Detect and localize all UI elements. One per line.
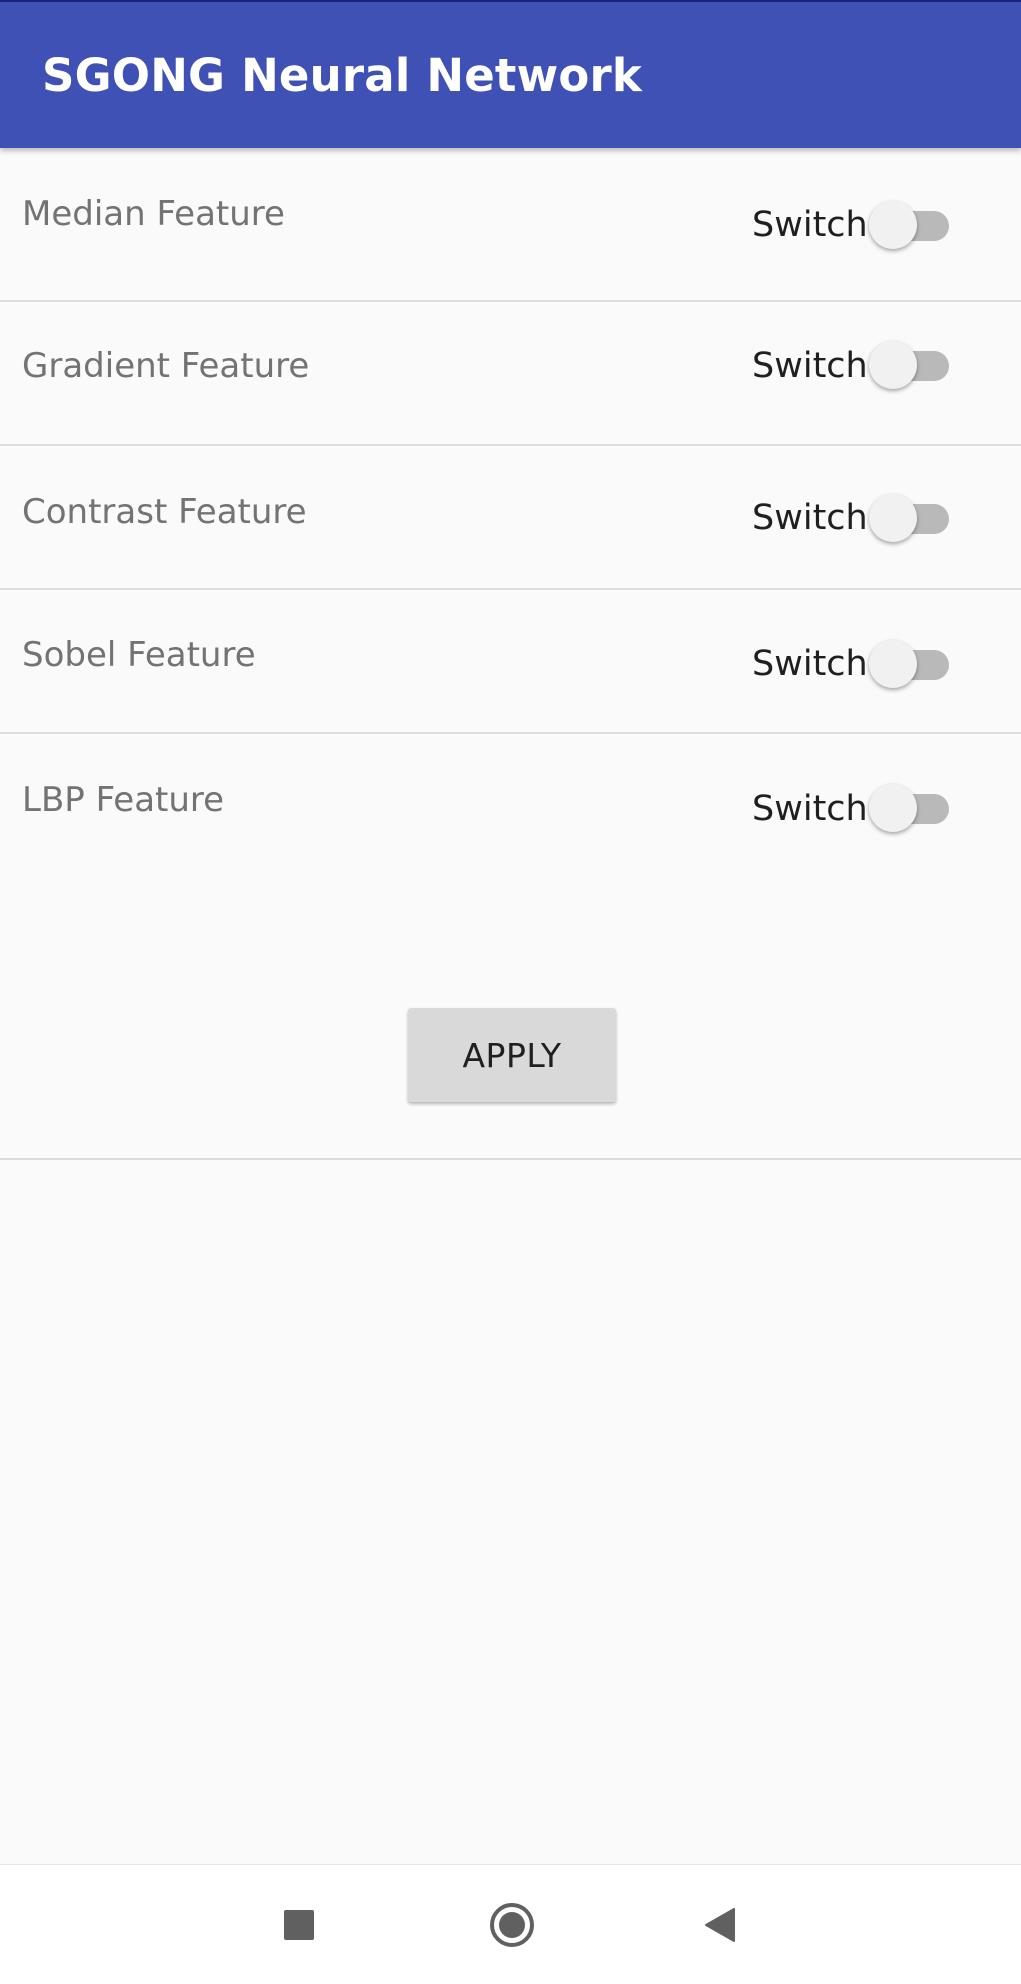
screen: SGONG Neural Network Median Feature Swit… xyxy=(0,0,1021,1984)
switch-label-contrast[interactable]: Switch xyxy=(752,498,868,538)
feature-label-median: Median Feature xyxy=(22,194,285,234)
feature-label-sobel: Sobel Feature xyxy=(22,635,256,675)
app-title: SGONG Neural Network xyxy=(42,49,643,102)
recents-square-icon xyxy=(284,1910,314,1940)
switch-label-lbp[interactable]: Switch xyxy=(752,789,868,829)
switch-toggle-sobel[interactable] xyxy=(869,636,953,694)
switch-toggle-lbp[interactable] xyxy=(869,780,953,838)
switch-toggle-median[interactable] xyxy=(869,197,953,255)
system-nav-bar xyxy=(0,1864,1021,1984)
switch-label-gradient[interactable]: Switch xyxy=(752,346,868,386)
switch-label-median[interactable]: Switch xyxy=(752,205,868,245)
switch-thumb xyxy=(869,640,917,688)
feature-label-contrast: Contrast Feature xyxy=(22,492,307,532)
switch-toggle-gradient[interactable] xyxy=(869,337,953,395)
switch-thumb xyxy=(869,494,917,542)
switch-toggle-contrast[interactable] xyxy=(869,490,953,548)
divider xyxy=(0,1158,1021,1160)
recents-button[interactable] xyxy=(257,1883,341,1967)
back-button[interactable] xyxy=(679,1883,763,1967)
app-bar: SGONG Neural Network xyxy=(0,0,1021,148)
home-circle-icon xyxy=(490,1903,534,1947)
apply-button[interactable]: APPLY xyxy=(408,1008,616,1102)
switch-thumb xyxy=(869,784,917,832)
switch-thumb xyxy=(869,201,917,249)
switch-label-sobel[interactable]: Switch xyxy=(752,644,868,684)
feature-label-lbp: LBP Feature xyxy=(22,780,225,820)
feature-row-lbp: LBP Feature Switch xyxy=(0,734,1021,864)
feature-row-median: Median Feature Switch xyxy=(0,148,1021,300)
feature-row-sobel: Sobel Feature Switch xyxy=(0,590,1021,732)
switch-thumb xyxy=(869,341,917,389)
feature-label-gradient: Gradient Feature xyxy=(22,346,310,386)
home-button[interactable] xyxy=(470,1883,554,1967)
feature-row-gradient: Gradient Feature Switch xyxy=(0,302,1021,444)
back-triangle-icon xyxy=(705,1908,735,1942)
feature-row-contrast: Contrast Feature Switch xyxy=(0,446,1021,588)
